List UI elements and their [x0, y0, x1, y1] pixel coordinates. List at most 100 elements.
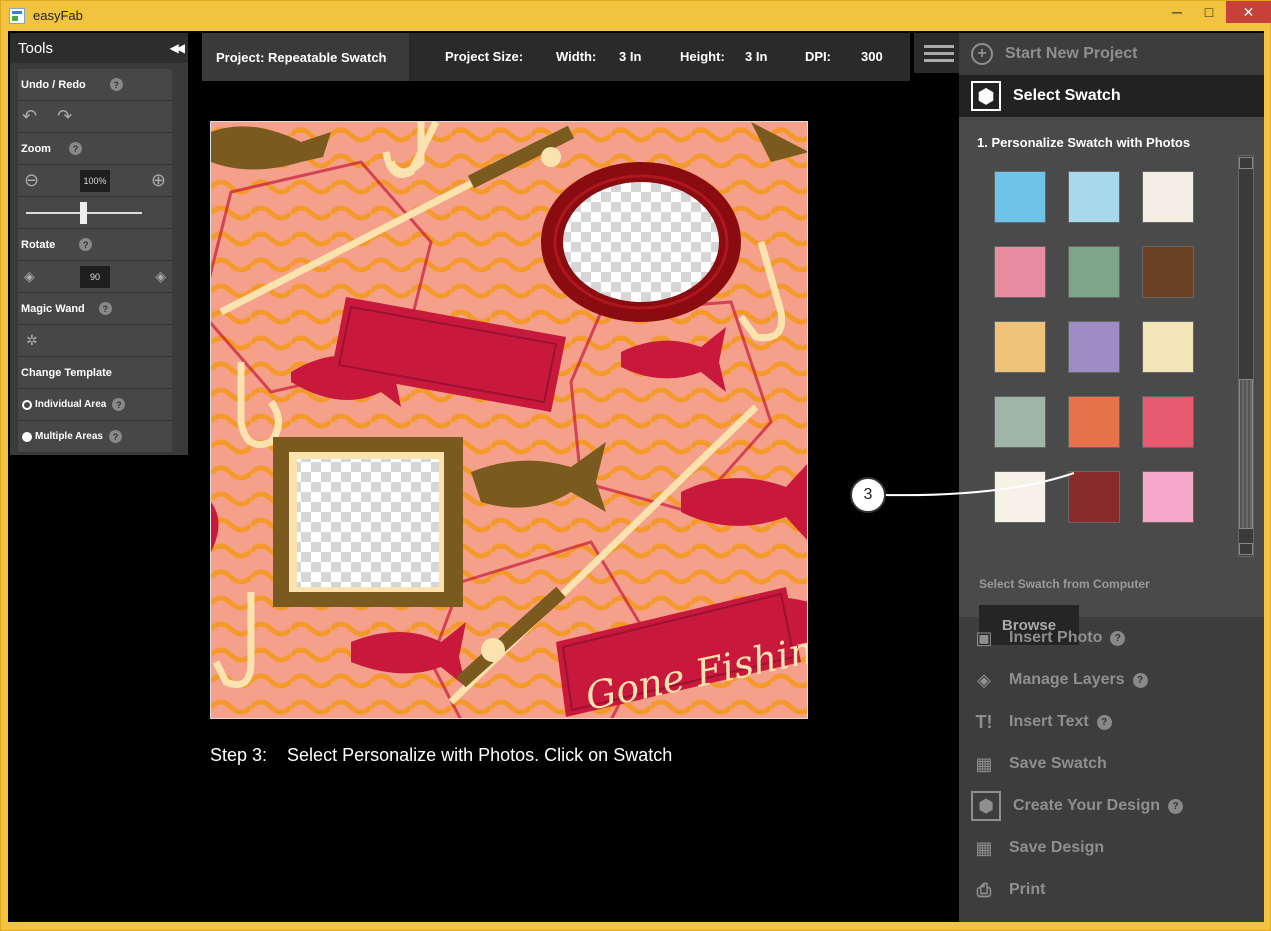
zoom-in-icon[interactable]: ⊕	[151, 170, 166, 191]
save-design-item[interactable]: ▦ Save Design	[959, 827, 1264, 869]
height-value: 3 In	[745, 49, 768, 64]
swatch-thumbnail[interactable]	[1068, 246, 1120, 298]
swatch-artwork[interactable]: Gone Fishin’	[211, 122, 808, 719]
swatch-thumbnail[interactable]	[1142, 471, 1194, 523]
swatch-thumbnail[interactable]	[1142, 396, 1194, 448]
rotate-row: Rotate ?	[18, 229, 172, 261]
text-icon: T!	[975, 711, 993, 732]
swatch-scrollbar-thumb[interactable]	[1239, 379, 1253, 529]
maximize-button[interactable]: □	[1194, 1, 1224, 23]
undo-redo-buttons-row: ↶ ↷	[18, 101, 172, 133]
individual-area-radio[interactable]	[22, 399, 32, 410]
manage-layers-item[interactable]: ◈ Manage Layers ?	[959, 659, 1264, 701]
create-design-item[interactable]: ⬢ Create Your Design ?	[959, 785, 1264, 827]
multiple-areas-option[interactable]: Multiple Areas ?	[18, 421, 172, 453]
zoom-help-icon[interactable]: ?	[68, 142, 82, 155]
save-grid-icon: ▦	[975, 753, 993, 774]
callout-connector	[884, 472, 1075, 497]
zoom-slider-row	[18, 197, 172, 229]
zoom-row: Zoom ?	[18, 133, 172, 165]
swatch-gallery-heading: 1. Personalize Swatch with Photos	[977, 135, 1191, 150]
select-swatch-label: Select Swatch	[1013, 87, 1121, 104]
height-label: Height:	[680, 49, 725, 64]
create-design-help-icon[interactable]: ?	[1168, 798, 1184, 814]
project-size-label: Project Size:	[445, 49, 524, 64]
insert-photo-help-icon[interactable]: ?	[1110, 630, 1126, 646]
zoom-label: Zoom	[21, 142, 51, 155]
print-label: Print	[1009, 881, 1046, 898]
multiple-areas-radio[interactable]	[22, 431, 32, 442]
redo-icon[interactable]: ↷	[57, 106, 72, 127]
swatch-thumbnail[interactable]	[1142, 171, 1194, 223]
start-new-project-item[interactable]: + Start New Project	[959, 33, 1264, 75]
print-item[interactable]: ⎙ Print	[959, 869, 1264, 911]
scroll-up-arrow[interactable]	[1239, 157, 1253, 169]
project-name: Project: Repeatable Swatch	[202, 33, 409, 81]
swatch-gallery: 1. Personalize Swatch with Photos Select…	[959, 117, 1264, 645]
swatch-thumbnail[interactable]	[1142, 246, 1194, 298]
close-button[interactable]: ✕	[1226, 1, 1271, 23]
insert-photo-item[interactable]: ▣ Insert Photo ?	[959, 617, 1264, 659]
insert-text-label: Insert Text	[1009, 713, 1089, 730]
magic-wand-label: Magic Wand	[21, 302, 85, 315]
undo-redo-label: Undo / Redo	[21, 78, 86, 91]
multiple-areas-help-icon[interactable]: ?	[108, 430, 122, 443]
select-from-computer-label: Select Swatch from Computer	[979, 577, 1150, 591]
individual-area-help-icon[interactable]: ?	[112, 398, 126, 411]
app-window: easyFab ─ □ ✕ Tools ◀◀ Undo / Redo ? ↶ ↷…	[0, 0, 1271, 931]
callout-step-number: 3	[850, 477, 886, 513]
undo-icon[interactable]: ↶	[22, 106, 37, 127]
minimize-button[interactable]: ─	[1162, 1, 1192, 23]
plus-circle-icon: +	[971, 43, 993, 65]
magic-wand-help-icon[interactable]: ?	[98, 302, 112, 315]
manage-layers-help-icon[interactable]: ?	[1132, 672, 1148, 688]
width-value: 3 In	[619, 49, 642, 64]
swatch-thumbnail[interactable]	[994, 396, 1046, 448]
zoom-value-field[interactable]: 100%	[80, 169, 110, 192]
title-bar: easyFab ─ □ ✕	[1, 1, 1271, 31]
swatch-thumbnail[interactable]	[994, 321, 1046, 373]
swatch-thumbnail[interactable]	[994, 246, 1046, 298]
swatch-thumbnail-selected[interactable]	[1068, 396, 1120, 448]
scroll-down-arrow[interactable]	[1239, 543, 1253, 555]
layers-icon: ◈	[977, 669, 991, 690]
swatch-thumbnail[interactable]	[1068, 171, 1120, 223]
step-instruction: Step 3: Select Personalize with Photos. …	[210, 745, 673, 765]
rotate-right-icon[interactable]: ◈	[155, 268, 166, 285]
rotate-value-field[interactable]: 90	[80, 265, 110, 288]
tools-title: Tools	[18, 39, 54, 57]
width-label: Width:	[556, 49, 597, 64]
change-template-label: Change Template	[21, 366, 112, 379]
insert-text-item[interactable]: T! Insert Text ?	[959, 701, 1264, 743]
window-title: easyFab	[33, 8, 83, 23]
swatch-thumbnail[interactable]	[1068, 321, 1120, 373]
undo-redo-row: Undo / Redo ?	[18, 69, 172, 101]
rotate-label: Rotate	[21, 238, 56, 251]
magic-wand-icon[interactable]: ✲	[26, 332, 38, 349]
insert-photo-label: Insert Photo	[1009, 629, 1103, 646]
select-swatch-item[interactable]: ⬢ Select Swatch	[959, 75, 1264, 117]
dpi-value: 300	[861, 49, 883, 64]
rotate-left-icon[interactable]: ◈	[24, 268, 35, 285]
insert-text-help-icon[interactable]: ?	[1096, 714, 1112, 730]
zoom-controls-row: ⊖ 100% ⊕	[18, 165, 172, 197]
rotate-controls-row: ◈ 90 ◈	[18, 261, 172, 293]
app-client-area: Tools ◀◀ Undo / Redo ? ↶ ↷ Zoom ? ⊖ 100%…	[8, 31, 1264, 922]
zoom-slider-handle[interactable]	[80, 202, 87, 224]
swatch-thumbnail[interactable]	[1142, 321, 1194, 373]
printer-icon: ⎙	[976, 879, 992, 900]
menu-icon[interactable]	[914, 33, 964, 73]
rotate-help-icon[interactable]: ?	[79, 238, 93, 251]
design-canvas[interactable]: Gone Fishin’	[210, 121, 808, 719]
collapse-panel-icon[interactable]: ◀◀	[170, 41, 186, 55]
dpi-label: DPI:	[805, 49, 831, 64]
image-icon: ▣	[975, 627, 993, 648]
swatch-thumbnail[interactable]	[994, 171, 1046, 223]
create-design-label: Create Your Design	[1013, 797, 1161, 814]
undo-redo-help-icon[interactable]: ?	[109, 78, 123, 91]
project-info-bar: Project: Repeatable Swatch Project Size:…	[202, 33, 910, 81]
zoom-out-icon[interactable]: ⊖	[24, 170, 39, 191]
save-swatch-item[interactable]: ▦ Save Swatch	[959, 743, 1264, 785]
save-swatch-label: Save Swatch	[1009, 755, 1107, 772]
individual-area-option[interactable]: Individual Area ?	[18, 389, 172, 421]
